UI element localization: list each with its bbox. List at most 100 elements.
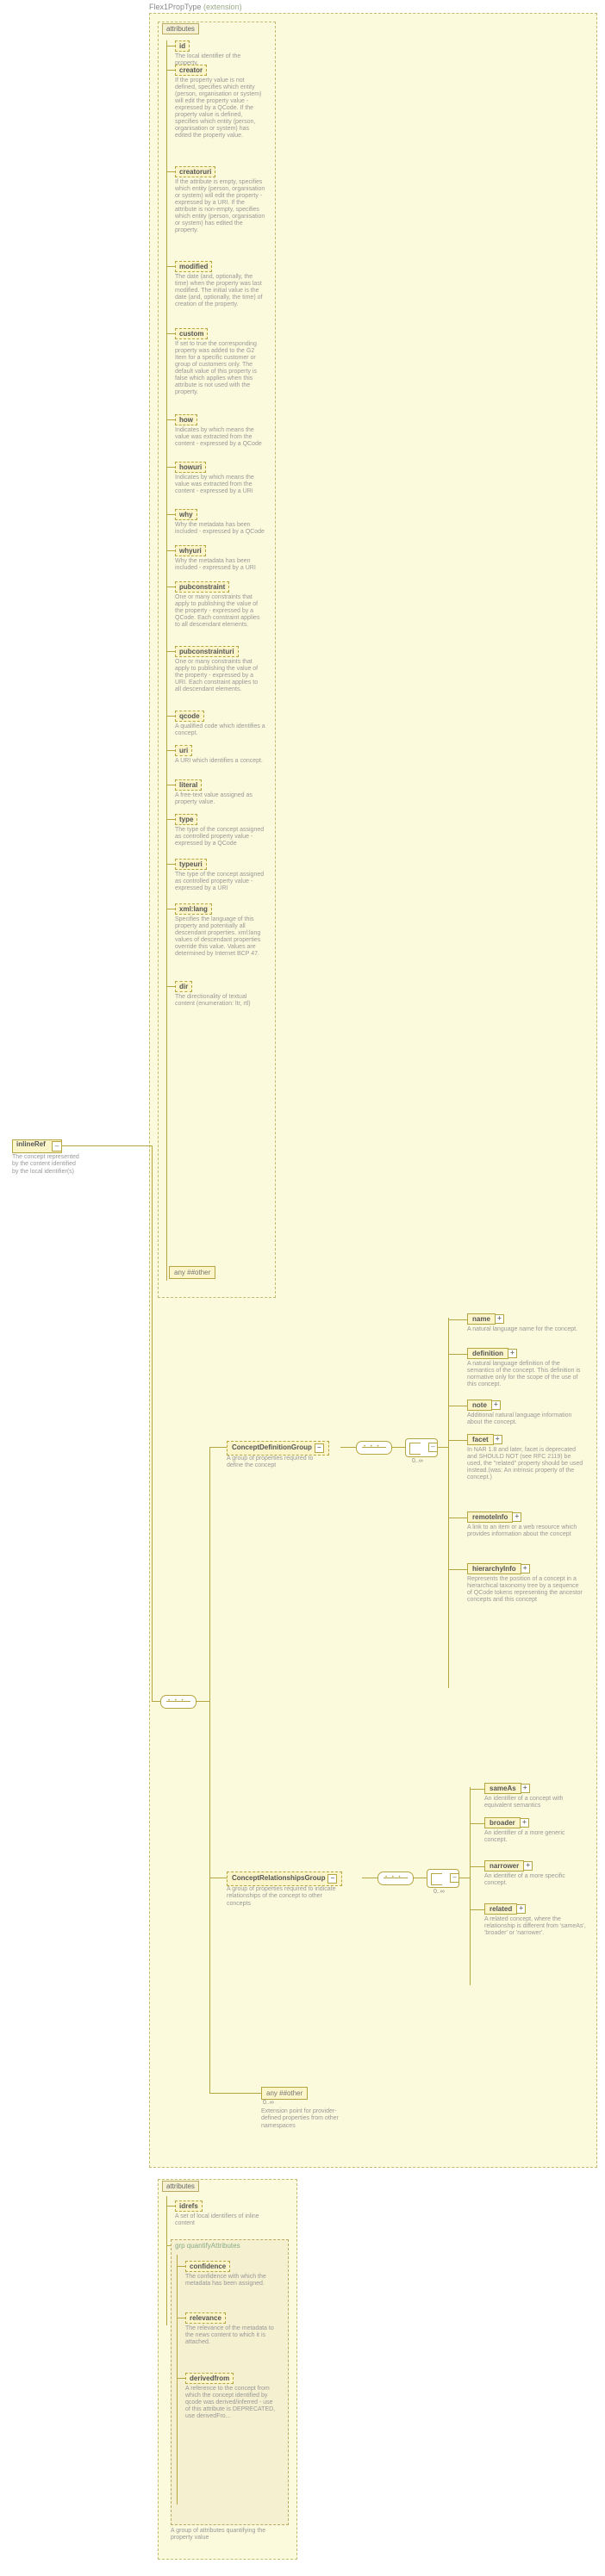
elem-desc: Represents the position of a concept in … xyxy=(467,1576,583,1604)
attr-desc: A reference to the concept from which th… xyxy=(185,2386,278,2420)
attr-desc: Specifies the language of this property … xyxy=(175,916,265,958)
attr-desc: A free-text value assigned as property v… xyxy=(175,792,265,806)
attr-pubconstrainturi: pubconstrainturi One or many constraints … xyxy=(175,646,271,693)
attr-desc: One or many constraints that apply to pu… xyxy=(175,659,265,693)
choice-def[interactable]: – xyxy=(405,1438,438,1457)
cardinality: 0..∞ xyxy=(412,1458,423,1464)
collapse-icon[interactable]: – xyxy=(327,1874,337,1884)
attr-name: custom xyxy=(175,328,208,339)
attr-creatoruri: creatoruri If the attribute is empty, spe… xyxy=(175,166,271,234)
elem-name: narrower+ xyxy=(484,1860,524,1871)
elem-name: related+ xyxy=(484,1903,517,1915)
attr-dir: dirThe directionality of textual content… xyxy=(175,981,271,1008)
elem-name: sameAs+ xyxy=(484,1783,521,1794)
attributes-header: attributes xyxy=(162,23,199,34)
elem-name: note+ xyxy=(467,1400,492,1411)
elem-facet[interactable]: facet+In NAR 1.8 and later, facet is dep… xyxy=(467,1434,588,1481)
attr-name: confidence xyxy=(185,2261,230,2272)
attr-name: type xyxy=(175,814,197,825)
collapse-icon[interactable]: – xyxy=(315,1443,324,1453)
attr-uri: uriA URI which identifies a concept. xyxy=(175,745,271,765)
elem-definition[interactable]: definition+A natural language definition… xyxy=(467,1348,588,1388)
attr-desc: The type of the concept assigned as cont… xyxy=(175,827,265,847)
root-description: The concept represented by the content i… xyxy=(12,1154,81,1176)
attr-name: how xyxy=(175,414,197,425)
expand-icon[interactable]: + xyxy=(512,1512,521,1522)
attr-name: whyuri xyxy=(175,545,206,556)
attr-custom: customIf set to true the corresponding p… xyxy=(175,328,271,396)
expand-icon[interactable]: + xyxy=(521,1784,530,1793)
elem-remoteInfo[interactable]: remoteInfo+A link to an item or a web re… xyxy=(467,1511,588,1538)
attr-name: pubconstrainturi xyxy=(175,646,239,657)
expand-icon[interactable]: + xyxy=(516,1904,526,1914)
type-name: Flex1PropType xyxy=(149,3,202,11)
concept-relationships-group[interactable]: ConceptRelationshipsGroup– xyxy=(227,1871,342,1886)
attr-desc: The directionality of textual content (e… xyxy=(175,994,265,1008)
expand-icon[interactable]: + xyxy=(495,1314,504,1324)
elem-hierarchyInfo[interactable]: hierarchyInfo+ Represents the position of… xyxy=(467,1563,588,1604)
cardinality: 0..∞ xyxy=(433,1889,445,1895)
expand-icon[interactable]: + xyxy=(493,1435,502,1444)
attr-desc: One or many constraints that apply to pu… xyxy=(175,594,265,629)
expand-icon[interactable]: + xyxy=(520,1818,529,1828)
attr-modified: modifiedThe date (and, optionally, the t… xyxy=(175,261,271,308)
attr-desc: Indicates by which means the value was e… xyxy=(175,427,265,448)
concept-definition-group[interactable]: ConceptDefinitionGroup– xyxy=(227,1441,329,1456)
elem-desc: An identifier of a more generic concept. xyxy=(484,1830,588,1844)
attr-name: uri xyxy=(175,745,192,756)
attr-name: howuri xyxy=(175,462,206,473)
elem-name[interactable]: name+A natural language name for the con… xyxy=(467,1313,588,1333)
attr-creator: creatorIf the property value is not defi… xyxy=(175,65,271,140)
attr-desc: Why the metadata has been included - exp… xyxy=(175,522,265,536)
attr-name: why xyxy=(175,509,197,520)
elem-desc: A natural language name for the concept. xyxy=(467,1326,583,1333)
elem-desc: An identifier of a concept with equivale… xyxy=(484,1796,588,1809)
collapse-icon[interactable]: – xyxy=(52,1141,62,1151)
root-element[interactable]: inlineRef – xyxy=(12,1139,62,1153)
attr-name: creatoruri xyxy=(175,166,215,177)
any-element: any ##other xyxy=(261,2087,308,2100)
attr-id: idThe local identifier of the property. xyxy=(175,40,271,67)
attr-name: creator xyxy=(175,65,207,76)
any-desc: Extension point for provider-defined pro… xyxy=(261,2108,356,2130)
elem-name: hierarchyInfo+ xyxy=(467,1563,521,1574)
elem-desc: A link to an item or a web resource whic… xyxy=(467,1524,583,1538)
elem-name: name+ xyxy=(467,1313,496,1325)
attr-literal: literalA free-text value assigned as pro… xyxy=(175,779,271,806)
attr-pubconstraint: pubconstraintOne or many constraints tha… xyxy=(175,581,271,629)
elem-desc: Additional natural language information … xyxy=(467,1412,583,1426)
expand-icon[interactable]: + xyxy=(508,1349,517,1358)
attr-desc: The date (and, optionally, the time) whe… xyxy=(175,274,265,308)
quantify-label: grp quantifyAttributes xyxy=(172,2240,288,2251)
sequence-rel: • • • xyxy=(377,1871,414,1885)
def-group-desc: A group of properties required to define… xyxy=(227,1456,330,1470)
elem-narrower[interactable]: narrower+An identifier of a more specifi… xyxy=(484,1860,592,1887)
expand-icon[interactable]: + xyxy=(491,1400,501,1410)
elem-note[interactable]: note+Additional natural language informa… xyxy=(467,1400,588,1426)
attr-idrefs: idrefs A set of local identifiers of inl… xyxy=(175,2200,278,2227)
attr-whyuri: whyuri Why the metadata has been included… xyxy=(175,545,271,572)
expand-icon[interactable]: + xyxy=(523,1861,533,1871)
elem-related[interactable]: related+A related concept, where the rel… xyxy=(484,1903,592,1937)
attr-name: literal xyxy=(175,779,202,791)
attr-desc: The relevance of the metadata to the new… xyxy=(185,2325,278,2346)
attr-desc: The confidence with which the metadata h… xyxy=(185,2274,278,2287)
elem-sameAs[interactable]: sameAs+ An identifier of a concept with e… xyxy=(484,1783,592,1809)
attr-howuri: howuri Indicates by which means the value… xyxy=(175,462,271,495)
attr-relevance: relevanceThe relevance of the metadata t… xyxy=(185,2312,282,2346)
attr-why: why Why the metadata has been included - … xyxy=(175,509,271,536)
attr-desc: If the attribute is empty, specifies whi… xyxy=(175,179,265,234)
cardinality: 0..∞ xyxy=(263,2100,274,2106)
attr-desc: Indicates by which means the value was e… xyxy=(175,475,265,495)
attr-desc: The type of the concept assigned as cont… xyxy=(175,872,265,892)
attr-qcode: qcodeA qualified code which identifies a… xyxy=(175,711,271,737)
attr-desc: Why the metadata has been included - exp… xyxy=(175,558,265,572)
elem-name: remoteInfo+ xyxy=(467,1511,513,1523)
type-context: (extension) xyxy=(203,3,242,11)
sequence-def: • • • xyxy=(356,1441,392,1455)
any-attribute: any ##other xyxy=(169,1266,215,1279)
attr-type: type The type of the concept assigned as … xyxy=(175,814,271,847)
choice-rel[interactable]: – xyxy=(427,1869,459,1888)
elem-broader[interactable]: broader+An identifier of a more generic … xyxy=(484,1817,592,1844)
expand-icon[interactable]: + xyxy=(521,1564,530,1574)
